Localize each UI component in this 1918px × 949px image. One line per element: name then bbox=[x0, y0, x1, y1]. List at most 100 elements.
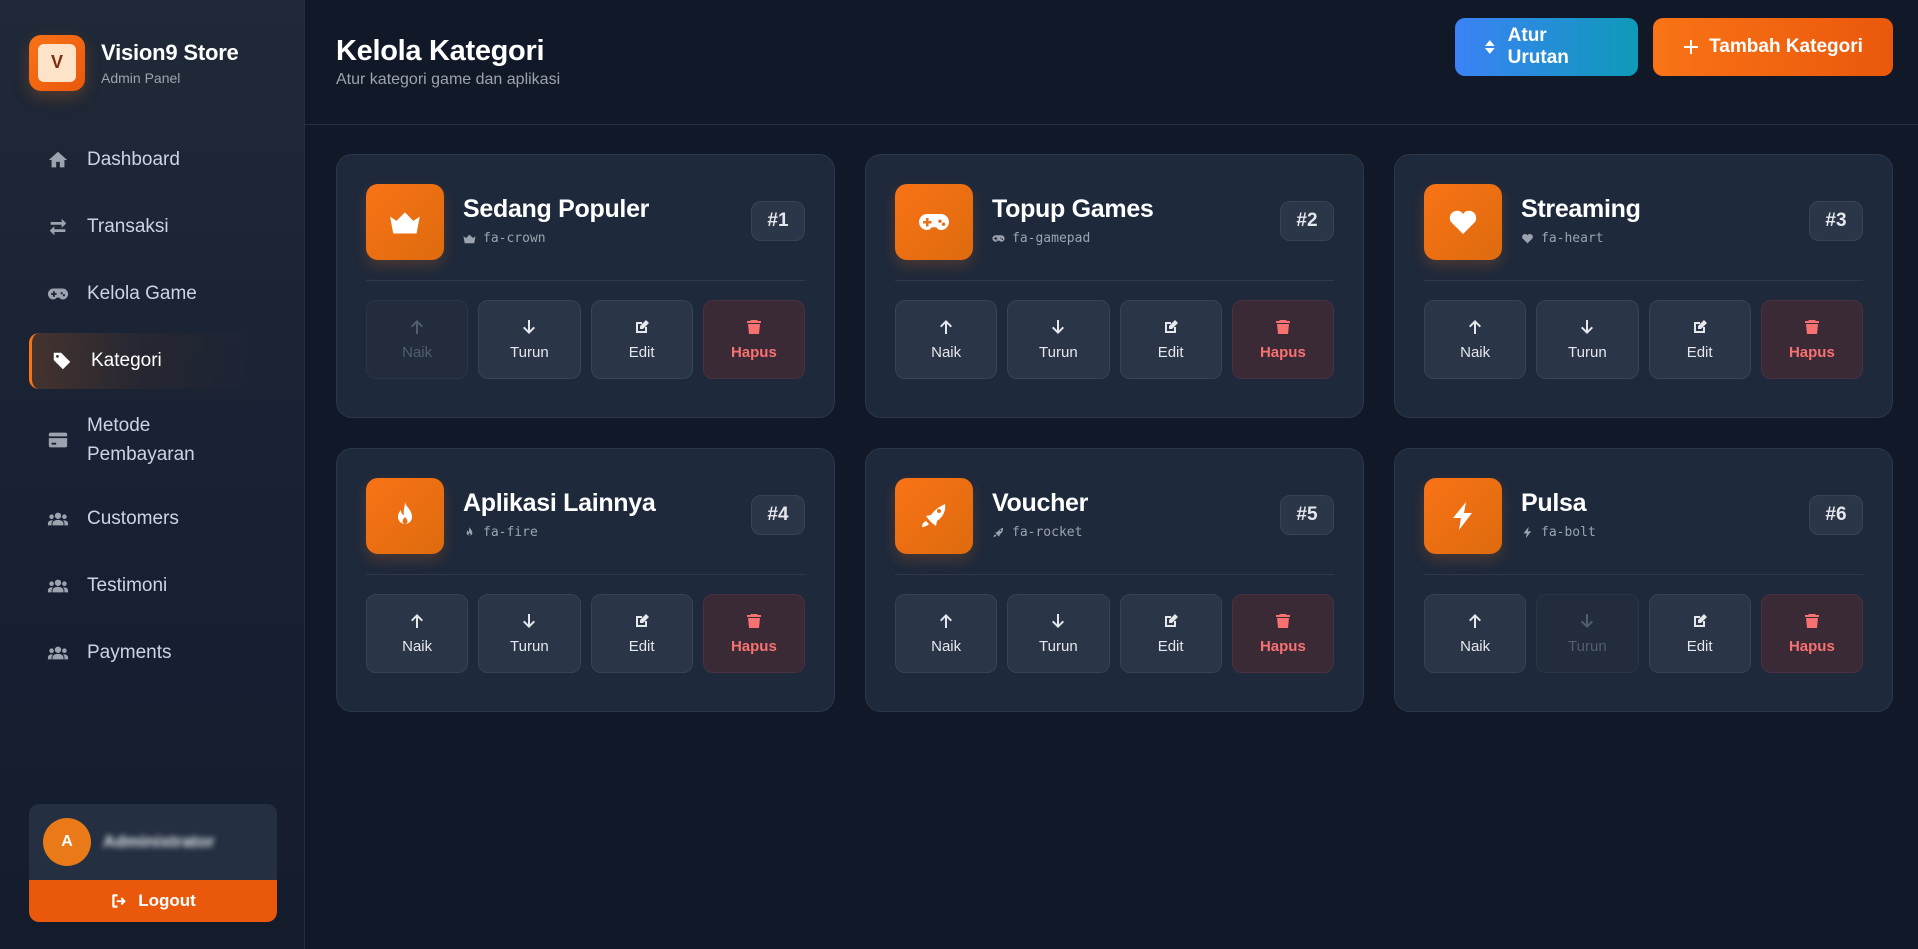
category-icon-tile bbox=[895, 478, 973, 554]
trash-icon bbox=[746, 319, 761, 334]
delete-label: Hapus bbox=[1788, 637, 1835, 655]
sidebar-item-metode-pembayaran[interactable]: Metode Pembayaran bbox=[29, 400, 275, 480]
category-grid: Sedang Populer fa-crown #1 Naik Turun Ed… bbox=[305, 125, 1918, 712]
move-down-label: Turun bbox=[510, 637, 549, 655]
sidebar-item-label: Customers bbox=[87, 508, 179, 529]
sidebar-nav: Dashboard Transaksi Kelola Game Kategori bbox=[0, 132, 304, 681]
category-name: Topup Games bbox=[992, 195, 1154, 223]
arrow-up-icon bbox=[1469, 319, 1482, 334]
move-down-label: Turun bbox=[1039, 637, 1078, 655]
edit-button[interactable]: Edit bbox=[1119, 594, 1222, 673]
move-down-button[interactable]: Turun bbox=[478, 300, 581, 379]
edit-button[interactable]: Edit bbox=[590, 300, 693, 379]
card-divider bbox=[1424, 574, 1863, 575]
delete-label: Hapus bbox=[1259, 637, 1306, 655]
avatar[interactable]: A bbox=[43, 818, 91, 866]
category-icon-tile bbox=[366, 184, 444, 260]
arrow-up-icon bbox=[940, 613, 953, 628]
heart-icon bbox=[1449, 210, 1477, 234]
category-card: Streaming fa-heart #3 Naik Turun Edit Ha… bbox=[1394, 154, 1893, 418]
edit-button[interactable]: Edit bbox=[1119, 300, 1222, 379]
card-divider bbox=[895, 574, 1334, 575]
sidebar-item-payments[interactable]: Payments bbox=[29, 625, 275, 681]
heart-icon bbox=[1522, 233, 1533, 244]
move-up-button[interactable]: Naik bbox=[366, 594, 469, 673]
category-code-text: fa-rocket bbox=[1012, 525, 1083, 540]
order-badge: #3 bbox=[1809, 201, 1863, 241]
move-down-button[interactable]: Turun bbox=[478, 594, 581, 673]
move-up-button[interactable]: Naik bbox=[895, 594, 998, 673]
move-up-label: Naik bbox=[931, 343, 962, 361]
sidebar-item-label: Transaksi bbox=[87, 216, 169, 237]
move-up-button: Naik bbox=[366, 300, 469, 379]
sidebar-item-label: Kategori bbox=[91, 350, 162, 371]
bolt-icon bbox=[1523, 526, 1532, 539]
edit-button[interactable]: Edit bbox=[1648, 594, 1751, 673]
order-badge: #4 bbox=[751, 495, 805, 535]
delete-button[interactable]: Hapus bbox=[1760, 594, 1863, 673]
move-up-label: Naik bbox=[931, 637, 962, 655]
edit-label: Edit bbox=[1157, 637, 1184, 655]
card-divider bbox=[366, 280, 805, 281]
edit-button[interactable]: Edit bbox=[1648, 300, 1751, 379]
brand-logo[interactable]: V bbox=[29, 34, 85, 91]
order-badge: #2 bbox=[1280, 201, 1334, 241]
edit-button[interactable]: Edit bbox=[590, 594, 693, 673]
card-divider bbox=[1424, 280, 1863, 281]
sort-order-button[interactable]: Atur Urutan bbox=[1455, 18, 1638, 76]
brand: V Vision9 Store Admin Panel bbox=[0, 0, 304, 92]
category-icon-code: fa-bolt bbox=[1521, 525, 1809, 540]
credit-card-icon bbox=[45, 429, 71, 451]
sidebar-item-transaksi[interactable]: Transaksi bbox=[29, 199, 275, 255]
logout-label: Logout bbox=[138, 891, 196, 910]
sidebar-item-dashboard[interactable]: Dashboard bbox=[29, 132, 275, 188]
category-info: Pulsa fa-bolt bbox=[1521, 489, 1809, 540]
category-info: Sedang Populer fa-crown bbox=[463, 195, 751, 246]
arrow-up-icon bbox=[940, 319, 953, 334]
sidebar-item-customers[interactable]: Customers bbox=[29, 491, 275, 547]
category-card: Voucher fa-rocket #5 Naik Turun Edit Hap… bbox=[865, 448, 1364, 712]
delete-button[interactable]: Hapus bbox=[1231, 594, 1334, 673]
move-down-button[interactable]: Turun bbox=[1007, 594, 1110, 673]
plus-icon bbox=[1684, 40, 1699, 54]
delete-label: Hapus bbox=[730, 637, 777, 655]
move-up-button[interactable]: Naik bbox=[895, 300, 998, 379]
category-info: Topup Games fa-gamepad bbox=[992, 195, 1280, 246]
move-up-button[interactable]: Naik bbox=[1424, 594, 1527, 673]
delete-label: Hapus bbox=[730, 343, 777, 361]
sidebar-item-label: Metode Pembayaran bbox=[87, 415, 195, 465]
category-name: Pulsa bbox=[1521, 489, 1587, 517]
move-down-button[interactable]: Turun bbox=[1007, 300, 1110, 379]
category-icon-code: fa-rocket bbox=[992, 525, 1280, 540]
gamepad-icon bbox=[919, 214, 949, 230]
header-actions: Atur Urutan Tambah Kategori bbox=[1455, 18, 1893, 76]
delete-button[interactable]: Hapus bbox=[702, 594, 805, 673]
sidebar-item-kategori[interactable]: Kategori bbox=[29, 333, 275, 389]
move-up-button[interactable]: Naik bbox=[1424, 300, 1527, 379]
sidebar-item-kelola-game[interactable]: Kelola Game bbox=[29, 266, 275, 322]
delete-button[interactable]: Hapus bbox=[702, 300, 805, 379]
move-down-label: Turun bbox=[1568, 637, 1607, 655]
sort-order-label: Atur Urutan bbox=[1507, 25, 1569, 68]
exchange-icon bbox=[45, 216, 71, 238]
edit-icon bbox=[1164, 613, 1178, 627]
logout-button[interactable]: Logout bbox=[29, 880, 277, 922]
arrow-down-icon bbox=[1581, 613, 1594, 628]
arrow-down-icon bbox=[1052, 613, 1065, 628]
user-name: Administrator bbox=[103, 832, 215, 851]
edit-icon bbox=[1693, 613, 1707, 627]
move-down-button[interactable]: Turun bbox=[1536, 300, 1639, 379]
category-card-header: Aplikasi Lainnya fa-fire #4 bbox=[366, 478, 805, 554]
edit-label: Edit bbox=[1686, 637, 1713, 655]
trash-icon bbox=[1275, 613, 1290, 628]
arrow-up-icon bbox=[1469, 613, 1482, 628]
move-down-label: Turun bbox=[1568, 343, 1607, 361]
crown-icon bbox=[463, 234, 476, 244]
sidebar-item-testimoni[interactable]: Testimoni bbox=[29, 558, 275, 614]
sort-icon bbox=[1484, 40, 1495, 54]
bolt-icon bbox=[1453, 502, 1472, 530]
delete-button[interactable]: Hapus bbox=[1231, 300, 1334, 379]
delete-button[interactable]: Hapus bbox=[1760, 300, 1863, 379]
page-header: Kelola Kategori Atur kategori game dan a… bbox=[305, 0, 1918, 125]
add-category-button[interactable]: Tambah Kategori bbox=[1653, 18, 1893, 76]
